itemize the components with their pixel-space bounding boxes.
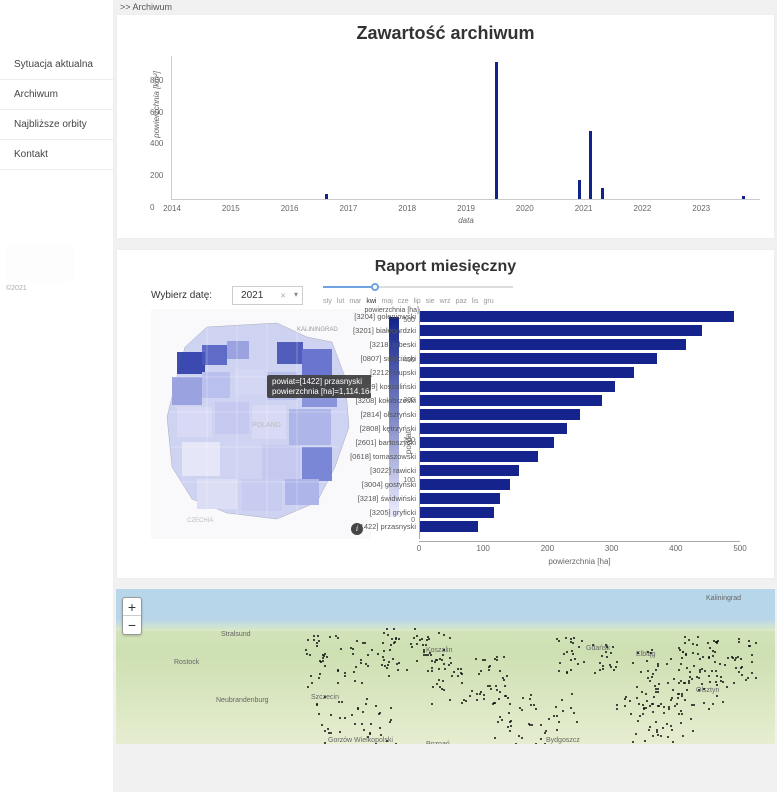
archive-title: Zawartość archiwum [121,23,770,44]
hbar-label: [3204] goleniowski [330,312,420,321]
month-lis[interactable]: lis [472,298,479,305]
month-sie[interactable]: sie [426,298,435,305]
zoom-in-button[interactable]: + [123,598,141,616]
hbar-bar [420,465,519,476]
sidebar-item-archive[interactable]: Archiwum [0,80,113,110]
footer-text: ©2021 [6,285,27,292]
hbar-label: [3004] gostyński [330,480,420,489]
sidebar-item-contact[interactable]: Kontakt [0,140,113,170]
sidebar-minimap [5,242,75,282]
city-label: Gorzów Wielkopolski [328,737,393,744]
archive-plot: 0200400600800 20142015201620172018201920… [171,56,760,200]
city-label: Poznań [426,741,450,744]
hbar-bar [420,437,554,448]
main: >> Archiwum Zawartość archiwum powierzch… [114,0,777,792]
hbar-bar [420,381,615,392]
hbar-label: [3209] koszaliński [330,382,420,391]
hbar-bar [420,423,567,434]
report-panel: Raport miesięczny Wybierz datę: 2021 ✕ s… [116,249,775,579]
month-lut[interactable]: lut [337,298,344,305]
city-label: Rostock [174,659,199,666]
hbar-bar [420,409,580,420]
city-label: Kaliningrad [706,595,741,602]
month-wrz[interactable]: wrz [440,298,451,305]
zoom-control: + − [122,597,142,635]
month-paz[interactable]: paz [456,298,467,305]
report-controls: Wybierz datę: 2021 ✕ stylutmarkwimajczel… [121,282,770,309]
hbar-bar [420,339,686,350]
svg-text:CZECHIA: CZECHIA [187,518,213,524]
month-kwi[interactable]: kwi [366,298,376,305]
year-value: 2021 [241,290,263,301]
month-sty[interactable]: sty [323,298,332,305]
sidebar-item-orbits[interactable]: Najbliższe orbity [0,110,113,140]
date-label: Wybierz datę: [151,290,212,301]
breadcrumb: >> Archiwum [114,0,777,14]
hbar-label: [3218] łobeski [330,340,420,349]
archive-bar [601,188,604,199]
city-label: Stralsund [221,631,251,638]
leaflet-map[interactable]: + − KaliningradRostockSzczecinGdańskOlsz… [116,589,775,744]
archive-chart[interactable]: powierzchnia [km²] 0200400600800 2014201… [151,50,760,230]
archive-bar [325,194,328,199]
month-cze[interactable]: cze [398,298,409,305]
hbar-bar [420,521,478,532]
hbar-label: [3022] rawicki [330,466,420,475]
archive-bar [742,196,745,199]
hbar-bar [420,451,538,462]
zoom-out-button[interactable]: − [123,616,141,634]
hbar-bar [420,311,734,322]
hbar-bar [420,395,602,406]
hbar-label: [2808] kętrzyński [330,424,420,433]
hbar-label: [3218] świdwiński [330,494,420,503]
hbar-xlabel: powierzchnia [ha] [419,557,740,566]
poland-svg: KALININGRAD POLAND CZECHIA [157,317,357,527]
hbar-bar [420,479,510,490]
hbar-label: [0618] tomaszowski [330,452,420,461]
report-title: Raport miesięczny [121,258,770,276]
month-lip[interactable]: lip [414,298,421,305]
city-label: Neubrandenburg [216,697,269,704]
hbar-label: [2814] olsztyński [330,410,420,419]
hbar-label: [3205] gryficki [330,508,420,517]
month-gru[interactable]: gru [483,298,493,305]
hbar-label: [1422] przasnyski [330,522,420,531]
month-maj[interactable]: maj [382,298,393,305]
hbar-bar [420,325,702,336]
hbar-label: [2601] bartoszycki [330,438,420,447]
hbar-bar [420,493,500,504]
archive-panel: Zawartość archiwum powierzchnia [km²] 02… [116,14,775,239]
hbar-label: [3201] białogardzki [330,326,420,335]
sidebar-item-current[interactable]: Sytuacja aktualna [0,50,113,80]
hbar-label: [0807] sulęciński [330,354,420,363]
hbar-label: [2212] słupski [330,368,420,377]
archive-bar [578,180,581,199]
month-mar[interactable]: mar [349,298,361,305]
hbar-label: [3208] kołobrzeski [330,396,420,405]
archive-bar [495,62,498,199]
year-select[interactable]: 2021 ✕ [232,286,303,305]
archive-xlabel: data [458,216,474,225]
hbar-bar [420,507,494,518]
hbar-bar [420,367,634,378]
hbar-bar [420,353,657,364]
svg-text:POLAND: POLAND [252,422,281,429]
sidebar-menu: Sytuacja aktualna Archiwum Najbliższe or… [0,50,113,170]
month-slider[interactable]: stylutmarkwimajczelipsiewrzpazlisgru [323,286,513,305]
hbar-chart[interactable]: powiat [3204] goleniowski[3201] białogar… [419,309,740,566]
logo [10,8,80,48]
city-label: Bydgoszcz [546,737,580,744]
archive-bar [589,131,592,199]
sidebar: Sytuacja aktualna Archiwum Najbliższe or… [0,0,114,792]
